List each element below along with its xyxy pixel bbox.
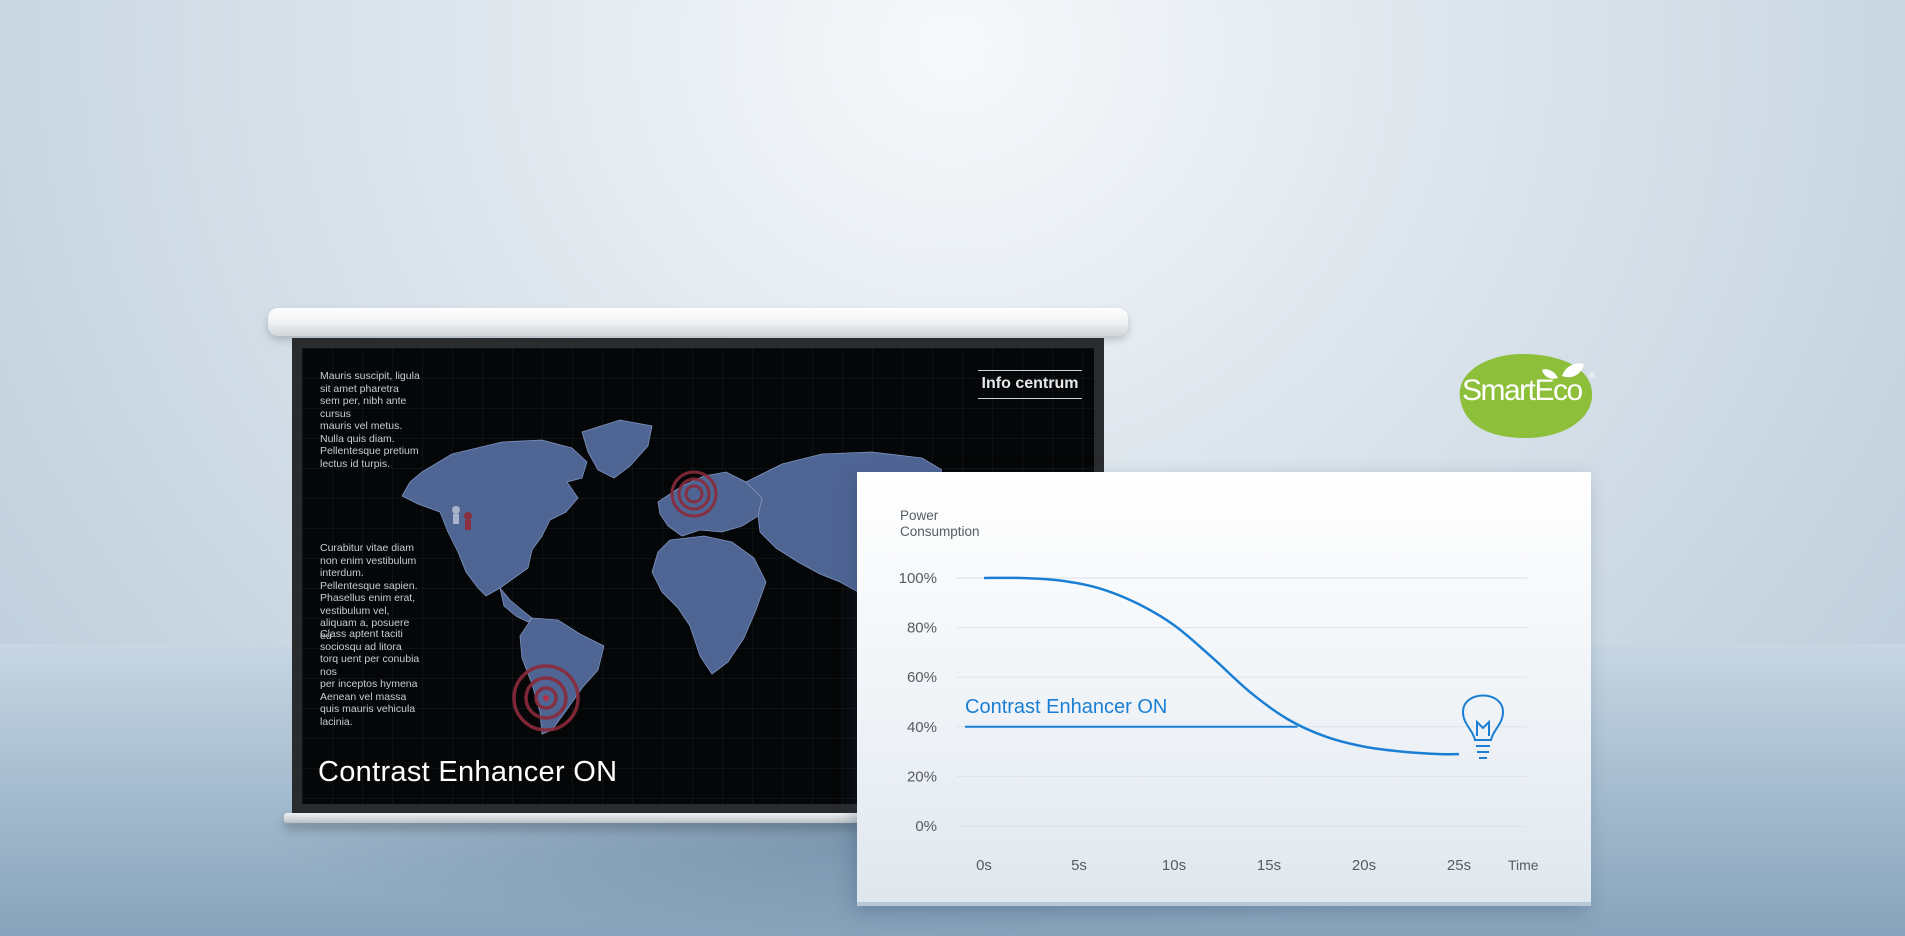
lightbulb-icon bbox=[1461, 694, 1505, 759]
continent-greenland bbox=[581, 419, 653, 479]
projector-screen-roller bbox=[268, 308, 1128, 336]
x-tick-label: 25s bbox=[1447, 857, 1471, 874]
power-chart-card: Power Consumption 100% 80% 60% 40% 20% 0% 0s 5s… bbox=[857, 472, 1591, 906]
y-tick-label: 40% bbox=[907, 719, 937, 736]
x-tick-label: 20s bbox=[1352, 857, 1376, 874]
y-tick-label: 60% bbox=[907, 669, 937, 686]
y-tick-label: 80% bbox=[907, 620, 937, 637]
power-consumption-chart: 100% 80% 60% 40% 20% 0% 0s 5s 10s 15s 20s 25s Time Co… bbox=[899, 570, 1539, 874]
y-tick-label: 20% bbox=[907, 768, 937, 785]
registered-mark: ® bbox=[1589, 371, 1595, 380]
screen-caption: Contrast Enhancer ON bbox=[318, 756, 618, 788]
annotation-text: Contrast Enhancer ON bbox=[965, 696, 1167, 718]
y-tick-label: 0% bbox=[915, 818, 937, 835]
continent-africa bbox=[651, 535, 767, 675]
info-centrum-title: Info centrum bbox=[978, 370, 1082, 399]
x-axis-label: Time bbox=[1508, 857, 1539, 873]
continent-central-america bbox=[499, 587, 533, 623]
continent-north-america bbox=[401, 439, 588, 597]
y-tick-label: 100% bbox=[899, 570, 937, 587]
x-tick-label: 0s bbox=[976, 857, 992, 874]
x-tick-label: 10s bbox=[1162, 857, 1186, 874]
x-tick-label: 5s bbox=[1071, 857, 1087, 874]
smarteco-logo-text: SmartEco bbox=[1462, 374, 1583, 407]
continent-south-america bbox=[519, 617, 605, 735]
x-tick-label: 15s bbox=[1257, 857, 1281, 874]
